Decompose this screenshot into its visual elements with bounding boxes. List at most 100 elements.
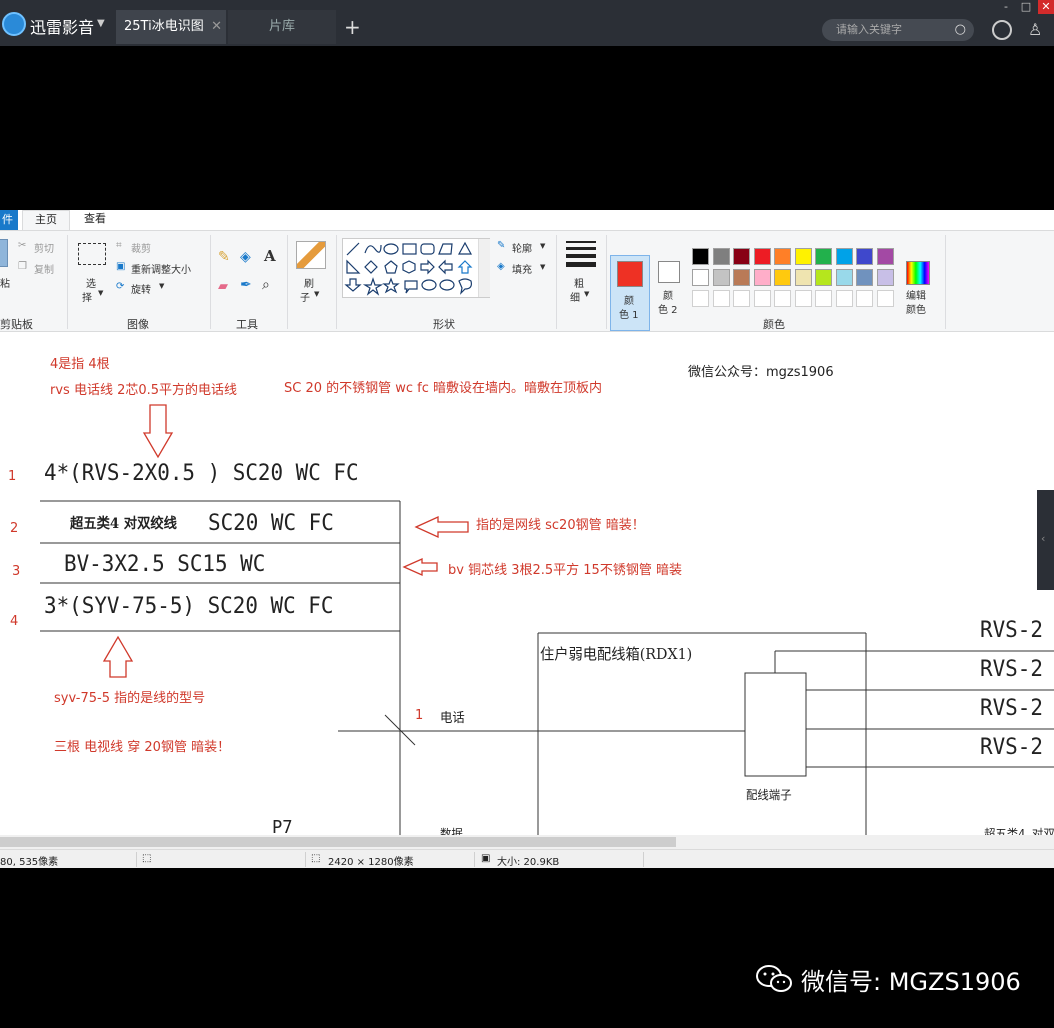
brushes-dropdown-icon[interactable]: ▼: [314, 290, 319, 298]
palette-color-swatch[interactable]: [815, 269, 832, 286]
outline-button[interactable]: 轮廓: [512, 240, 532, 255]
shapes-gallery-icons[interactable]: [343, 239, 491, 299]
palette-color-swatch[interactable]: [876, 248, 894, 265]
palette-color-swatch[interactable]: [753, 269, 771, 286]
edit-colors-label-2[interactable]: 颜色: [906, 301, 926, 316]
row-number: 3: [12, 564, 21, 579]
text-icon[interactable]: A: [264, 247, 276, 265]
paste-label[interactable]: 粘: [0, 275, 10, 290]
palette-color-swatch[interactable]: [856, 269, 873, 286]
magnifier-icon[interactable]: ⌕: [262, 277, 270, 293]
size-label-2[interactable]: 细: [570, 289, 580, 304]
palette-custom-slot[interactable]: [692, 290, 709, 307]
rotate-button[interactable]: 旋转: [131, 281, 151, 296]
pencil-icon[interactable]: ✎: [218, 249, 230, 265]
palette-color-swatch[interactable]: [753, 248, 771, 265]
tab-current-file[interactable]: 25Ti冰电识图 ✕: [116, 10, 226, 44]
palette-color-swatch[interactable]: [856, 248, 873, 265]
terminal-label: 配线端子: [746, 788, 792, 802]
palette-color-swatch[interactable]: [712, 269, 730, 286]
tab-library[interactable]: 片库: [228, 10, 336, 44]
palette-color-swatch[interactable]: [835, 248, 853, 265]
palette-color-swatch[interactable]: [774, 248, 791, 265]
fill-bucket-icon[interactable]: ◈: [240, 249, 251, 265]
palette-custom-slot[interactable]: [712, 290, 730, 307]
status-divider: [643, 852, 644, 867]
menu-dropdown-icon[interactable]: ▼: [97, 18, 105, 29]
line-size-icon[interactable]: [566, 241, 596, 267]
phone-number-label: 1: [415, 708, 424, 723]
fill-button[interactable]: 填充: [512, 261, 532, 276]
maximize-button[interactable]: □: [1016, 0, 1036, 14]
drawing-canvas[interactable]: 4是指 4根 rvs 电话线 2芯0.5平方的电话线 SC 20 的不锈钢管 w…: [0, 333, 1054, 835]
palette-color-swatch[interactable]: [712, 248, 730, 265]
palette-color-swatch[interactable]: [692, 248, 709, 265]
add-tab-icon[interactable]: +: [344, 10, 364, 44]
color1-button[interactable]: 颜 色 1: [610, 255, 650, 331]
palette-color-swatch[interactable]: [794, 269, 812, 286]
tab-home[interactable]: 主页: [22, 210, 70, 231]
palette-custom-slot[interactable]: [815, 290, 832, 307]
eraser-icon[interactable]: ▰: [218, 279, 228, 294]
brushes-label-2[interactable]: 子: [300, 289, 310, 304]
cad-line-3: BV-3X2.5 SC15 WC: [64, 552, 266, 577]
shapes-scrollbar[interactable]: [478, 239, 490, 297]
distribution-box-title: 住户弱电配线箱(RDX1): [540, 645, 693, 663]
brushes-icon[interactable]: [296, 241, 326, 269]
tools-group-label: 工具: [236, 318, 258, 331]
history-clock-icon[interactable]: [992, 20, 1012, 40]
paste-icon[interactable]: [0, 239, 8, 267]
copy-button[interactable]: 复制: [34, 261, 54, 276]
select-label[interactable]: 选: [86, 275, 96, 290]
user-icon[interactable]: ♙: [1028, 20, 1046, 40]
palette-color-swatch[interactable]: [815, 248, 832, 265]
palette-color-swatch[interactable]: [876, 269, 894, 286]
palette-custom-slot[interactable]: [856, 290, 873, 307]
resize-button[interactable]: 重新调整大小: [131, 261, 191, 276]
tab-file[interactable]: 件: [0, 210, 18, 230]
outline-dropdown-icon[interactable]: ▼: [540, 242, 545, 250]
search-icon[interactable]: ○: [955, 19, 966, 41]
scrollbar-thumb[interactable]: [0, 837, 676, 847]
size-dropdown-icon[interactable]: ▼: [584, 290, 589, 298]
palette-custom-slot[interactable]: [876, 290, 894, 307]
status-divider: [474, 852, 475, 867]
tab-view[interactable]: 查看: [84, 210, 106, 228]
search-input[interactable]: 请输入关键字 ○: [822, 19, 974, 41]
app-title[interactable]: 迅雷影音: [30, 14, 94, 38]
cut-button[interactable]: 剪切: [34, 240, 54, 255]
palette-color-swatch[interactable]: [692, 269, 709, 286]
palette-color-swatch[interactable]: [794, 248, 812, 265]
cut-off-text: 超五类4 对双绞: [984, 827, 1054, 835]
palette-color-swatch[interactable]: [835, 269, 853, 286]
selection-icon: ⬚: [142, 853, 152, 864]
select-label-2[interactable]: 择: [82, 289, 92, 304]
minimize-button[interactable]: -: [996, 0, 1016, 14]
rotate-dropdown-icon[interactable]: ▼: [159, 282, 164, 290]
edit-colors-icon[interactable]: [906, 261, 930, 285]
disk-icon: ▣: [481, 853, 491, 864]
crop-button[interactable]: 裁剪: [131, 240, 151, 255]
size-label[interactable]: 粗: [574, 275, 584, 290]
palette-custom-slot[interactable]: [794, 290, 812, 307]
crop-icon: ⌗: [116, 240, 122, 251]
player-titlebar: 迅雷影音 ▼ 25Ti冰电识图 ✕ 片库 + 请输入关键字 ○ ♙ - □ ✕: [0, 0, 1054, 46]
color-picker-icon[interactable]: ✒: [240, 277, 252, 293]
palette-custom-slot[interactable]: [733, 290, 750, 307]
palette-custom-slot[interactable]: [753, 290, 771, 307]
select-dropdown-icon[interactable]: ▼: [98, 289, 103, 297]
fill-dropdown-icon[interactable]: ▼: [540, 263, 545, 271]
close-button[interactable]: ✕: [1038, 0, 1054, 14]
tab-close-icon[interactable]: ✕: [211, 10, 222, 44]
shapes-gallery[interactable]: [342, 238, 490, 298]
side-panel-handle[interactable]: ‹: [1037, 490, 1054, 590]
brushes-label[interactable]: 刷: [304, 275, 314, 290]
edit-colors-label[interactable]: 编辑: [906, 287, 926, 302]
palette-color-swatch[interactable]: [733, 269, 750, 286]
palette-color-swatch[interactable]: [733, 248, 750, 265]
palette-custom-slot[interactable]: [774, 290, 791, 307]
horizontal-scrollbar[interactable]: [0, 835, 1054, 849]
palette-custom-slot[interactable]: [835, 290, 853, 307]
palette-color-swatch[interactable]: [774, 269, 791, 286]
select-icon[interactable]: [78, 243, 106, 265]
